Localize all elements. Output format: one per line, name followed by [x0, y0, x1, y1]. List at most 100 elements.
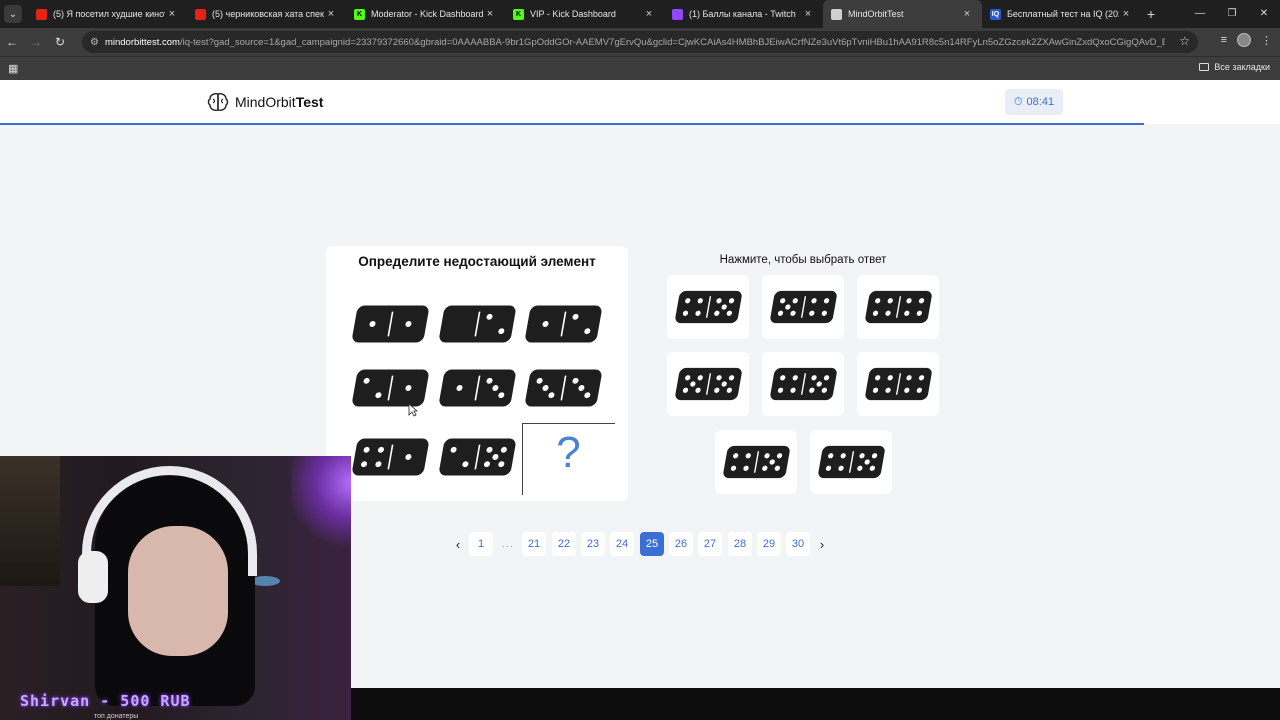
- mouse-cursor-icon: [408, 403, 418, 417]
- domino-icon: [865, 367, 932, 401]
- url-text: mindorbittest.com/iq-test?gad_source=1&g…: [105, 37, 1165, 48]
- tab-label: VIP - Kick Dashboard: [530, 9, 616, 19]
- restore-icon[interactable]: ❐: [1216, 0, 1248, 28]
- domino-icon: [439, 438, 516, 476]
- page-22-button[interactable]: 22: [552, 532, 576, 556]
- prev-page-button[interactable]: ‹: [446, 532, 470, 556]
- minimize-icon[interactable]: —: [1184, 0, 1216, 28]
- site-name-regular: MindOrbit: [235, 94, 296, 110]
- address-bar-row: ← → ↻ ⚙ mindorbittest.com/iq-test?gad_so…: [0, 28, 1280, 56]
- page-23-button[interactable]: 23: [581, 532, 605, 556]
- mindorbit-icon: [831, 8, 842, 20]
- answer-option-5[interactable]: [762, 352, 844, 416]
- page-24-button[interactable]: 24: [610, 532, 634, 556]
- domino-icon: [675, 290, 742, 324]
- apps-grid-icon[interactable]: ▦: [8, 62, 18, 75]
- answer-option-6[interactable]: [857, 352, 939, 416]
- tab-twitch[interactable]: (1) Баллы канала - Twitch ×: [664, 0, 823, 28]
- domino-icon: [352, 369, 429, 407]
- question-title: Определите недостающий элемент: [358, 254, 596, 269]
- domino-icon: [525, 369, 602, 407]
- page-30-button[interactable]: 30: [786, 532, 810, 556]
- youtube-icon: [195, 8, 206, 20]
- new-tab-button[interactable]: +: [1141, 0, 1161, 28]
- matrix-domino: [525, 366, 603, 415]
- timer-icon: ⏱: [1013, 95, 1023, 108]
- timer-badge: ⏱ 08:41: [1005, 89, 1063, 115]
- youtube-icon: [36, 8, 47, 20]
- tab-mindorbit[interactable]: MindOrbitTest ×: [823, 0, 982, 28]
- streamer-webcam: [0, 456, 351, 720]
- domino-icon: [818, 445, 885, 479]
- page-28-button[interactable]: 28: [728, 532, 752, 556]
- menu-icon[interactable]: ⋮: [1261, 34, 1272, 47]
- tab-search-icon[interactable]: ⌄: [4, 5, 22, 23]
- page-29-button[interactable]: 29: [757, 532, 781, 556]
- answer-option-2[interactable]: [762, 275, 844, 339]
- answer-option-3[interactable]: [857, 275, 939, 339]
- domino-icon: [770, 290, 837, 324]
- profile-avatar-icon[interactable]: [1237, 33, 1251, 47]
- bookmarks-bar: ▦ Все закладки: [0, 56, 1280, 80]
- answer-option-7[interactable]: [715, 430, 797, 494]
- close-window-icon[interactable]: ✕: [1248, 0, 1280, 28]
- url-host: mindorbittest.com: [104, 36, 180, 48]
- close-tab-icon[interactable]: ×: [483, 8, 497, 20]
- domino-icon: [675, 367, 742, 401]
- all-bookmarks-button[interactable]: Все закладки: [1199, 62, 1270, 72]
- answer-option-8[interactable]: [810, 430, 892, 494]
- bookmark-star-icon[interactable]: ☆: [1179, 34, 1190, 48]
- tab-iq-test[interactable]: IQ Бесплатный тест на IQ (2026) | ×: [982, 0, 1141, 28]
- close-tab-icon[interactable]: ×: [960, 8, 974, 20]
- site-logo[interactable]: MindOrbitTest: [207, 92, 323, 112]
- tab-kick-vip[interactable]: K VIP - Kick Dashboard ×: [505, 0, 664, 28]
- reload-icon[interactable]: ↻: [48, 35, 72, 49]
- page-26-button[interactable]: 26: [669, 532, 693, 556]
- webcam-rgb-lamp: [291, 456, 351, 546]
- tab-label: Бесплатный тест на IQ (2026) |: [1007, 9, 1119, 19]
- close-tab-icon[interactable]: ×: [165, 8, 179, 20]
- site-info-icon[interactable]: ⚙: [90, 37, 99, 48]
- headset-earcup: [78, 551, 108, 603]
- media-controls-icon[interactable]: ≡: [1221, 34, 1227, 46]
- back-icon[interactable]: ←: [0, 35, 24, 49]
- close-tab-icon[interactable]: ×: [801, 8, 815, 20]
- webcam-shelf: [0, 456, 60, 586]
- browser-tab-strip: ⌄ (5) Я посетил худшие кинотеа × (5) чер…: [0, 0, 1280, 28]
- tab-kick-moderator[interactable]: K Moderator - Kick Dashboard ×: [346, 0, 505, 28]
- matrix-domino: [525, 302, 603, 351]
- url-path: /iq-test?gad_source=1&gad_campaignid=233…: [179, 36, 1165, 48]
- tab-youtube-2[interactable]: (5) черниковская хата спектак ×: [187, 0, 346, 28]
- close-tab-icon[interactable]: ×: [1119, 8, 1133, 20]
- brain-logo-icon: [207, 93, 229, 111]
- tab-label: MindOrbitTest: [848, 9, 904, 19]
- matrix-domino: [352, 435, 430, 484]
- question-mark-icon: ?: [556, 428, 581, 477]
- folder-icon: [1199, 63, 1210, 71]
- tab-label: (5) Я посетил худшие кинотеа: [53, 9, 165, 19]
- matrix-domino: [439, 366, 517, 415]
- page-1-button[interactable]: 1: [469, 532, 493, 556]
- answer-option-1[interactable]: [667, 275, 749, 339]
- tab-label: (1) Баллы канала - Twitch: [689, 9, 796, 19]
- matrix-domino: [439, 302, 517, 351]
- forward-icon[interactable]: →: [24, 35, 48, 49]
- timer-value: 08:41: [1026, 96, 1055, 108]
- matrix-domino: [439, 435, 517, 484]
- window-controls: — ❐ ✕: [1184, 0, 1280, 28]
- tab-youtube-1[interactable]: (5) Я посетил худшие кинотеа ×: [28, 0, 187, 28]
- pagination-ellipsis: ...: [501, 538, 515, 550]
- close-tab-icon[interactable]: ×: [324, 8, 338, 20]
- tab-label: Moderator - Kick Dashboard: [371, 9, 483, 19]
- domino-icon: [439, 369, 516, 407]
- kick-icon: K: [513, 8, 524, 20]
- next-page-button[interactable]: ›: [810, 532, 834, 556]
- url-field[interactable]: ⚙ mindorbittest.com/iq-test?gad_source=1…: [82, 31, 1198, 53]
- answer-option-4[interactable]: [667, 352, 749, 416]
- matrix-domino: [352, 302, 430, 351]
- close-tab-icon[interactable]: ×: [642, 8, 656, 20]
- page-27-button[interactable]: 27: [698, 532, 722, 556]
- domino-icon: [352, 438, 429, 476]
- page-25-button-current[interactable]: 25: [640, 532, 664, 556]
- page-21-button[interactable]: 21: [522, 532, 546, 556]
